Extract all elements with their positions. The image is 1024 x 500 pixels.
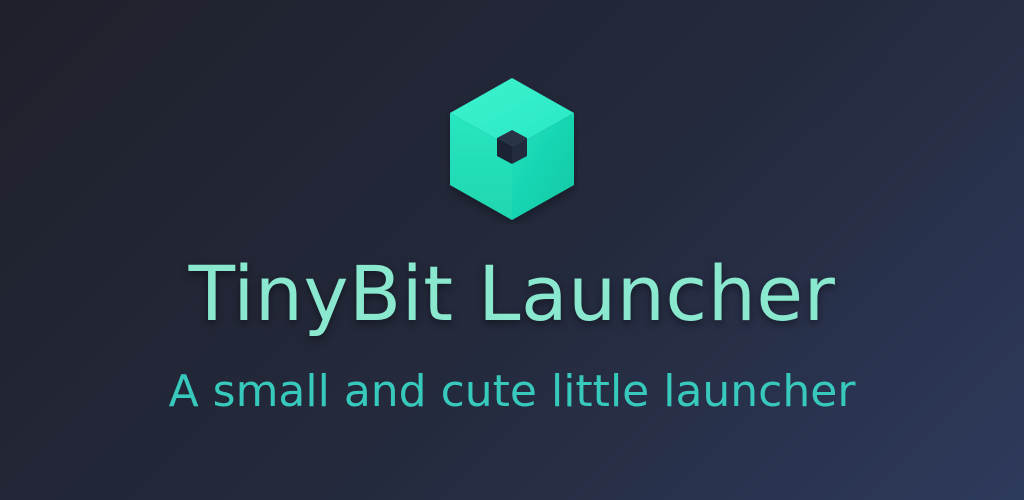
cube-icon bbox=[450, 78, 574, 220]
feature-banner: TinyBit Launcher A small and cute little… bbox=[0, 0, 1024, 500]
app-title: TinyBit Launcher bbox=[188, 249, 836, 338]
app-tagline: A small and cute little launcher bbox=[168, 366, 856, 417]
